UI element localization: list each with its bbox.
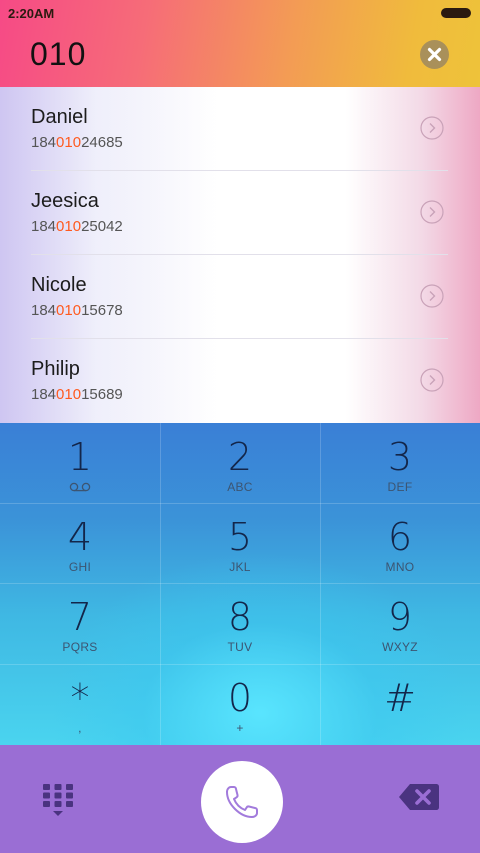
key-5[interactable]: 5 JKL	[160, 503, 320, 583]
contact-row[interactable]: Nicole 18401015678	[0, 255, 480, 339]
contact-name: Daniel	[31, 106, 88, 128]
chevron-right-circle-icon[interactable]	[420, 116, 444, 140]
contact-number: 18401015689	[31, 386, 123, 403]
number-suffix: 24685	[81, 134, 123, 151]
key-8[interactable]: 8 TUV	[160, 583, 320, 663]
key-letters: JKL	[229, 560, 251, 574]
key-9[interactable]: 9 WXYZ	[320, 583, 480, 663]
number-match-highlight: 010	[56, 134, 82, 151]
phone-icon	[226, 786, 258, 818]
contact-row[interactable]: Philip 18401015689	[0, 339, 480, 423]
contact-number: 18401024685	[31, 134, 123, 151]
key-digit: 6	[387, 515, 413, 559]
key-1[interactable]: 1	[0, 423, 160, 503]
key-letters: DEF	[387, 480, 413, 494]
dialpad-icon[interactable]	[42, 783, 74, 819]
key-star[interactable]: * ,	[0, 664, 160, 744]
chevron-right-circle-icon[interactable]	[420, 284, 444, 308]
key-hash[interactable]: #	[320, 664, 480, 744]
number-prefix: 184	[31, 302, 57, 319]
key-letters: ,	[78, 721, 82, 735]
number-prefix: 184	[31, 386, 57, 403]
key-letters: WXYZ	[382, 640, 418, 654]
key-digit: #	[384, 676, 416, 720]
key-digit: 4	[67, 515, 93, 559]
number-match-highlight: 010	[56, 302, 82, 319]
status-time: 2:20AM	[8, 6, 55, 21]
contact-number: 18401025042	[31, 218, 123, 235]
key-0[interactable]: 0 +	[160, 664, 320, 744]
number-prefix: 184	[31, 218, 57, 235]
call-button[interactable]	[201, 761, 283, 843]
key-digit: *	[70, 676, 90, 720]
key-letters: MNO	[385, 560, 415, 574]
contact-row[interactable]: Daniel 18401024685	[0, 87, 480, 171]
key-6[interactable]: 6 MNO	[320, 503, 480, 583]
dialer-header: 2:20AM 010	[0, 0, 480, 87]
key-7[interactable]: 7 PQRS	[0, 583, 160, 663]
key-digit: 1	[67, 435, 93, 479]
key-letters: PQRS	[62, 640, 98, 654]
key-digit: 0	[227, 676, 253, 720]
key-digit: 7	[67, 595, 93, 639]
battery-icon	[441, 8, 471, 18]
number-match-highlight: 010	[56, 386, 82, 403]
voicemail-icon	[69, 482, 91, 492]
dial-keypad: 1 2 ABC 3 DEF 4 GHI 5 JKL 6 MNO 7 PQRS 8…	[0, 423, 480, 745]
key-letters: GHI	[68, 560, 92, 574]
key-digit: 8	[227, 595, 253, 639]
key-letters: ABC	[227, 480, 253, 494]
chevron-right-circle-icon[interactable]	[420, 200, 444, 224]
number-match-highlight: 010	[56, 218, 82, 235]
key-letters: TUV	[227, 640, 253, 654]
key-4[interactable]: 4 GHI	[0, 503, 160, 583]
number-suffix: 25042	[81, 218, 123, 235]
number-suffix: 15689	[81, 386, 123, 403]
key-digit: 3	[387, 435, 413, 479]
contact-name: Nicole	[31, 274, 87, 296]
key-digit: 5	[227, 515, 253, 559]
close-icon	[427, 47, 442, 62]
contact-name: Philip	[31, 358, 80, 380]
clear-number-button[interactable]	[420, 40, 449, 69]
key-2[interactable]: 2 ABC	[160, 423, 320, 503]
dialed-number-display[interactable]: 010	[30, 36, 86, 73]
contact-row[interactable]: Jeesica 18401025042	[0, 171, 480, 255]
chevron-right-circle-icon[interactable]	[420, 368, 444, 392]
matching-contacts-list: Daniel 18401024685 Jeesica 18401025042 N…	[0, 87, 480, 423]
key-digit: 9	[387, 595, 413, 639]
backspace-icon[interactable]	[398, 783, 440, 811]
key-letters: +	[236, 721, 244, 735]
contact-name: Jeesica	[31, 190, 99, 212]
key-3[interactable]: 3 DEF	[320, 423, 480, 503]
dialer-action-bar	[0, 745, 480, 853]
number-prefix: 184	[31, 134, 57, 151]
number-suffix: 15678	[81, 302, 123, 319]
key-digit: 2	[227, 435, 253, 479]
contact-number: 18401015678	[31, 302, 123, 319]
